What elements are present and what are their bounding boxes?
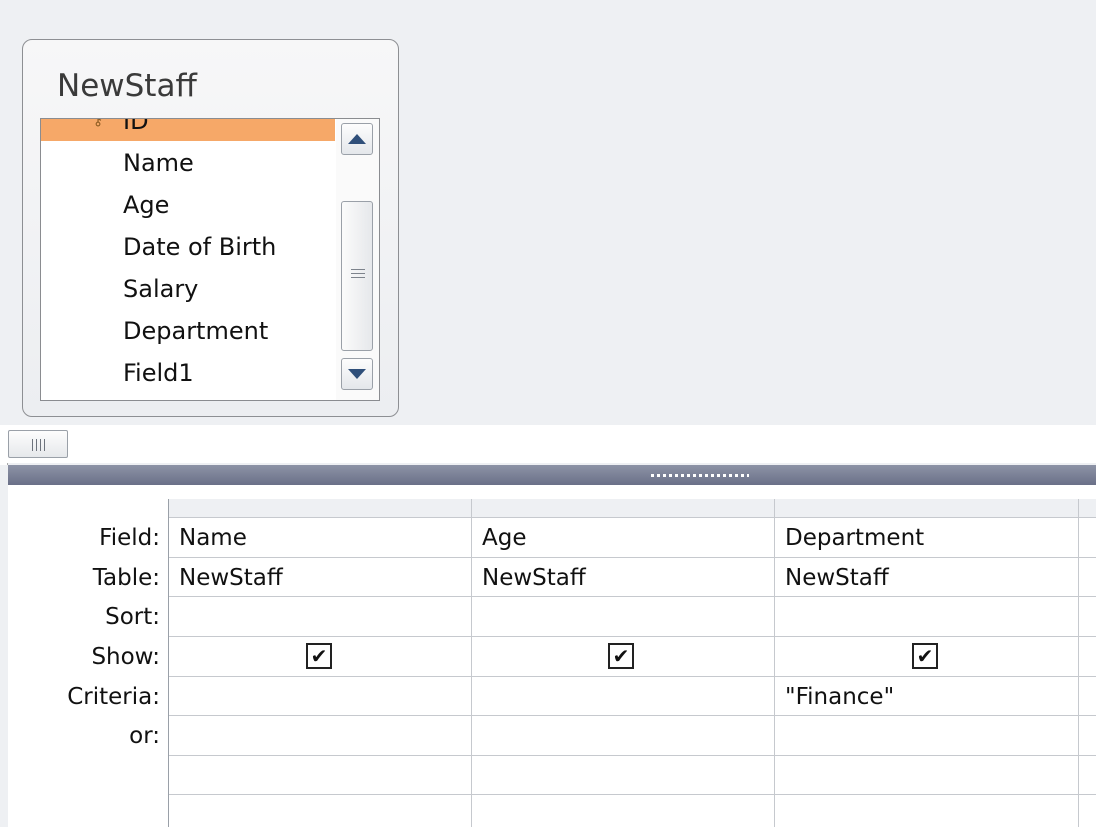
cell-criteria[interactable]: "Finance" <box>775 677 894 717</box>
cell-field[interactable]: Age <box>472 518 526 558</box>
cell-sort[interactable] <box>472 597 772 637</box>
query-design-grid-pane: Field: Table: Sort: Show: Criteria: or: … <box>8 485 1096 827</box>
show-checkbox[interactable]: ✔ <box>608 643 634 669</box>
field-list[interactable]: ⚷ ID Name Age Date of Birth Salary Depar… <box>40 118 380 401</box>
scroll-grip-icon <box>32 439 33 451</box>
table-title[interactable]: NewStaff <box>57 68 197 104</box>
cell-or[interactable] <box>169 716 469 756</box>
field-item-salary[interactable]: Salary <box>41 269 335 309</box>
field-item-department[interactable]: Department <box>41 311 335 351</box>
pane-splitter[interactable] <box>8 465 1096 485</box>
row-label-show: Show: <box>91 644 160 670</box>
field-item-label: Department <box>123 317 269 345</box>
cell-table[interactable]: NewStaff <box>169 558 283 598</box>
column-selector-bar[interactable] <box>169 499 1096 518</box>
cell-table[interactable]: NewStaff <box>472 558 586 598</box>
cell-table[interactable]: NewStaff <box>775 558 889 598</box>
checkmark-icon: ✔ <box>310 644 328 668</box>
table-field-list-window[interactable]: NewStaff ⚷ ID Name Age Date of Birth Sal… <box>22 39 399 417</box>
show-checkbox[interactable]: ✔ <box>912 643 938 669</box>
row-label-or: or: <box>129 723 160 749</box>
cell-criteria[interactable] <box>169 677 469 717</box>
scrollbar-thumb[interactable] <box>341 201 373 351</box>
field-item-label: Name <box>123 149 194 177</box>
field-list-scrollbar[interactable] <box>336 119 379 400</box>
scroll-up-icon <box>348 134 366 144</box>
scroll-up-button[interactable] <box>341 123 373 155</box>
field-list-items: ⚷ ID Name Age Date of Birth Salary Depar… <box>41 119 335 400</box>
cell-sort[interactable] <box>169 597 469 637</box>
field-item-label: Salary <box>123 275 199 303</box>
cell-field[interactable]: Department <box>775 518 924 558</box>
upper-pane-horizontal-scrollbar[interactable] <box>0 425 1096 463</box>
cell-field[interactable]: Name <box>169 518 247 558</box>
row-label-criteria: Criteria: <box>67 684 160 710</box>
scroll-down-button[interactable] <box>341 358 373 390</box>
field-item-label: Field1 <box>123 359 194 387</box>
checkmark-icon: ✔ <box>916 644 934 668</box>
cell-or[interactable] <box>472 716 772 756</box>
cell-or[interactable] <box>775 716 1075 756</box>
field-item-id[interactable]: ⚷ ID <box>41 119 335 141</box>
field-item-date-of-birth[interactable]: Date of Birth <box>41 227 335 267</box>
horizontal-scroll-thumb[interactable] <box>8 430 68 458</box>
row-label-table: Table: <box>92 565 160 591</box>
cell-sort[interactable] <box>775 597 1075 637</box>
field-item-label: ID <box>123 119 149 135</box>
field-item-label: Date of Birth <box>123 233 277 261</box>
show-checkbox[interactable]: ✔ <box>306 643 332 669</box>
cell-criteria[interactable] <box>472 677 772 717</box>
key-icon: ⚷ <box>93 119 104 129</box>
query-design-upper-pane: NewStaff ⚷ ID Name Age Date of Birth Sal… <box>0 0 1096 425</box>
scroll-down-icon <box>348 369 366 379</box>
field-item-name[interactable]: Name <box>41 143 335 183</box>
splitter-grip-icon <box>651 474 749 477</box>
field-item-field1[interactable]: Field1 <box>41 353 335 393</box>
field-item-age[interactable]: Age <box>41 185 335 225</box>
row-label-sort: Sort: <box>105 604 160 630</box>
field-item-label: Age <box>123 191 170 219</box>
checkmark-icon: ✔ <box>612 644 630 668</box>
query-design-grid[interactable]: Name NewStaff ✔ Age NewStaff ✔ Departmen… <box>168 499 1096 827</box>
row-label-field: Field: <box>99 525 160 551</box>
scroll-grip-icon <box>351 269 365 270</box>
